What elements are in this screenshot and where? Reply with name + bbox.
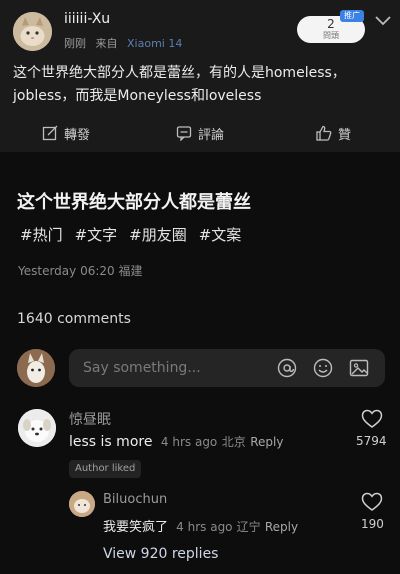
reply-time: 4 hrs ago: [176, 520, 233, 534]
reply-location: 辽宁: [236, 520, 261, 534]
thumbs-up-icon: [316, 125, 332, 141]
post-meta: 刚刚 来自 Xiaomi 14: [64, 35, 182, 51]
comment-count: 1640 comments: [17, 311, 131, 327]
comment-label: 評論: [198, 127, 225, 143]
comment-button[interactable]: 評論: [176, 124, 225, 143]
reply-text: 我要笑疯了: [103, 520, 169, 535]
chevron-down-icon[interactable]: [374, 14, 392, 28]
comment-input[interactable]: [83, 358, 263, 378]
reply-reply-button[interactable]: Reply: [265, 520, 298, 534]
author-username[interactable]: iiiiii-Xu: [64, 11, 110, 27]
reply-avatar[interactable]: [69, 491, 95, 517]
emoji-icon[interactable]: [313, 358, 333, 378]
share-label: 轉發: [64, 127, 91, 143]
hashtag[interactable]: #文字: [75, 224, 118, 245]
reply-like-count: 190: [361, 517, 384, 531]
mention-icon[interactable]: [277, 358, 297, 378]
hashtag[interactable]: #朋友圈: [129, 224, 187, 245]
hashtag[interactable]: #热门: [20, 224, 63, 245]
promo-badge: 推广: [340, 10, 364, 22]
comment-text: less is more: [69, 434, 153, 450]
reply-body: 我要笑疯了 4 hrs ago 辽宁 Reply: [103, 516, 298, 535]
view-replies-link[interactable]: View 920 replies: [103, 546, 218, 562]
like-button[interactable]: 贊: [316, 124, 352, 143]
commenter-name[interactable]: 惊昼眠: [69, 409, 111, 429]
post-time: 刚刚: [64, 37, 86, 50]
image-icon[interactable]: [349, 358, 369, 378]
source-device[interactable]: Xiaomi 14: [127, 37, 182, 50]
author-avatar[interactable]: [13, 12, 52, 51]
share-icon: [42, 125, 58, 141]
post-card: iiiiii-Xu 刚刚 来自 Xiaomi 14 2 問頭 推广 这个世界绝大…: [0, 0, 400, 152]
reply-name[interactable]: Biluochun: [103, 492, 167, 507]
comment-time: 4 hrs ago: [160, 435, 218, 449]
comment-icon: [176, 126, 192, 141]
follow-sub: 問頭: [323, 31, 339, 40]
comment-body: less is more 4 hrs ago 北京 Reply: [69, 433, 283, 450]
topic-title: 这个世界绝大部分人都是蕾丝: [17, 192, 251, 213]
hashtag[interactable]: #文案: [199, 224, 242, 245]
like-count: 5794: [356, 434, 387, 448]
post-text: 这个世界绝大部分人都是蕾丝，有的人是homeless，jobless，而我是Mo…: [13, 65, 346, 104]
hashtag-list: #热门 #文字 #朋友圈 #文案: [20, 224, 241, 245]
heart-icon[interactable]: [361, 492, 383, 512]
commenter-avatar[interactable]: [18, 409, 56, 447]
author-liked-badge: Author liked: [69, 460, 142, 478]
comment-location: 北京: [221, 435, 246, 449]
topic-time: Yesterday 06:20 福建: [18, 264, 143, 278]
source-prefix: 来自: [95, 37, 118, 50]
reply-button[interactable]: Reply: [250, 435, 283, 449]
heart-icon[interactable]: [361, 409, 383, 429]
my-avatar: [17, 349, 55, 387]
comment-input-box[interactable]: [69, 349, 385, 387]
share-button[interactable]: 轉發: [42, 124, 91, 143]
like-label: 贊: [338, 127, 352, 143]
